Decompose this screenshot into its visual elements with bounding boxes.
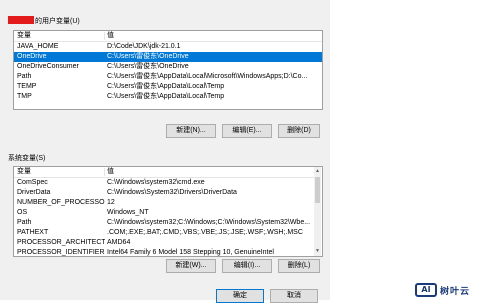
variable-value: C:\Users\雷俊东\OneDrive	[107, 53, 189, 60]
table-row[interactable]: PATHEXT .COM;.EXE;.BAT;.CMD;.VBS;.VBE;.JS…	[14, 228, 314, 238]
variable-value: C:\Windows\system32\cmd.exe	[107, 179, 205, 186]
variable-name: OneDriveConsumer	[17, 63, 79, 70]
table-row[interactable]: OneDrive C:\Users\雷俊东\OneDrive	[14, 52, 322, 62]
variable-name: Path	[17, 219, 32, 226]
table-row[interactable]: OS Windows_NT	[14, 208, 314, 218]
scroll-down-icon[interactable]: ▼	[314, 247, 321, 255]
user-list-header: 变量 值	[14, 31, 322, 42]
user-col-variable[interactable]: 变量	[17, 31, 31, 41]
variable-value: C:\Users\雷俊东\AppData\Local\Temp	[107, 93, 225, 100]
variable-value: C:\Users\雷俊东\OneDrive	[107, 63, 189, 70]
variable-name: ComSpec	[17, 179, 48, 186]
system-list-scrollbar[interactable]: ▲ ▼	[314, 167, 321, 256]
column-separator[interactable]	[104, 32, 105, 40]
variable-name: OneDrive	[17, 53, 47, 60]
variable-name: Path	[17, 73, 32, 80]
variable-value: .COM;.EXE;.BAT;.CMD;.VBS;.VBE;.JS;.JSE;.…	[107, 229, 303, 236]
table-row[interactable]: PROCESSOR_IDENTIFIER Intel64 Family 6 Mod…	[14, 248, 314, 256]
variable-value: D:\Code\JDK\jdk-21.0.1	[107, 43, 181, 50]
table-row[interactable]: ComSpec C:\Windows\system32\cmd.exe	[14, 178, 314, 188]
variable-name: PATHEXT	[17, 229, 49, 236]
system-col-variable[interactable]: 变量	[17, 167, 31, 177]
redacted-username	[8, 16, 34, 24]
table-row[interactable]: TMP C:\Users\雷俊东\AppData\Local\Temp	[14, 92, 322, 102]
system-delete-button[interactable]: 删除(L)	[278, 259, 320, 273]
system-list-header: 变量 值	[14, 167, 314, 178]
table-row[interactable]: PROCESSOR_ARCHITECTUREAMD64	[14, 238, 314, 248]
variable-value: C:\Windows\system32;C:\Windows;C:\Window…	[107, 219, 311, 226]
user-delete-button[interactable]: 删除(D)	[278, 124, 320, 138]
scroll-up-icon[interactable]: ▲	[314, 167, 321, 175]
variable-value: C:\Users\雷俊东\AppData\Local\Microsoft\Win…	[107, 73, 308, 80]
variable-name: JAVA_HOME	[17, 43, 59, 50]
variable-name: TMP	[17, 93, 32, 100]
user-col-value[interactable]: 值	[107, 31, 114, 41]
variable-value: Intel64 Family 6 Model 158 Stepping 10, …	[107, 249, 274, 256]
user-variables-label: 的用户变量(U)	[8, 16, 80, 26]
table-row[interactable]: Path C:\Windows\system32;C:\Windows;C:\Wi…	[14, 218, 314, 228]
variable-value: Windows_NT	[107, 209, 149, 216]
ok-button[interactable]: 确定	[216, 289, 264, 303]
variable-name: PROCESSOR_ARCHITECTURE	[17, 239, 105, 246]
table-row[interactable]: TEMP C:\Users\雷俊东\AppData\Local\Temp	[14, 82, 322, 92]
system-edit-button[interactable]: 编辑(I)...	[222, 259, 272, 273]
watermark-logo-icon: AI	[415, 283, 437, 297]
user-edit-button[interactable]: 编辑(E)...	[222, 124, 272, 138]
column-separator[interactable]	[104, 168, 105, 176]
variable-value: 12	[107, 199, 115, 206]
table-row[interactable]: Path C:\Users\雷俊东\AppData\Local\Microsoft…	[14, 72, 322, 82]
table-row[interactable]: DriverData C:\Windows\System32\Drivers\Dr…	[14, 188, 314, 198]
scrollbar-thumb[interactable]	[315, 177, 320, 203]
variable-value: AMD64	[107, 239, 131, 246]
watermark: AI 树叶云	[415, 281, 470, 299]
user-variables-title: 的用户变量(U)	[35, 18, 80, 25]
cancel-button[interactable]: 取消	[270, 289, 318, 303]
variable-name: NUMBER_OF_PROCESSORS	[17, 199, 105, 206]
user-new-button[interactable]: 新建(N)...	[166, 124, 216, 138]
system-col-value[interactable]: 值	[107, 167, 114, 177]
system-new-button[interactable]: 新建(W)...	[166, 259, 216, 273]
table-row[interactable]: OneDriveConsumer C:\Users\雷俊东\OneDrive	[14, 62, 322, 72]
variable-name: PROCESSOR_IDENTIFIER	[17, 249, 105, 256]
system-variables-label: 系统变量(S)	[8, 155, 46, 162]
table-row[interactable]: NUMBER_OF_PROCESSORS 12	[14, 198, 314, 208]
variable-value: C:\Users\雷俊东\AppData\Local\Temp	[107, 83, 225, 90]
background-area	[330, 0, 480, 300]
watermark-text: 树叶云	[440, 285, 471, 296]
user-variables-list[interactable]: 变量 值 JAVA_HOME D:\Code\JDK\jdk-21.0.1 OneD…	[13, 30, 323, 110]
system-variables-list[interactable]: 变量 值 ComSpec C:\Windows\system32\cmd.exe D…	[13, 166, 323, 257]
variable-value: C:\Windows\System32\Drivers\DriverData	[107, 189, 237, 196]
variable-name: DriverData	[17, 189, 51, 196]
variable-name: TEMP	[17, 83, 37, 90]
variable-name: OS	[17, 209, 28, 216]
table-row[interactable]: JAVA_HOME D:\Code\JDK\jdk-21.0.1	[14, 42, 322, 52]
